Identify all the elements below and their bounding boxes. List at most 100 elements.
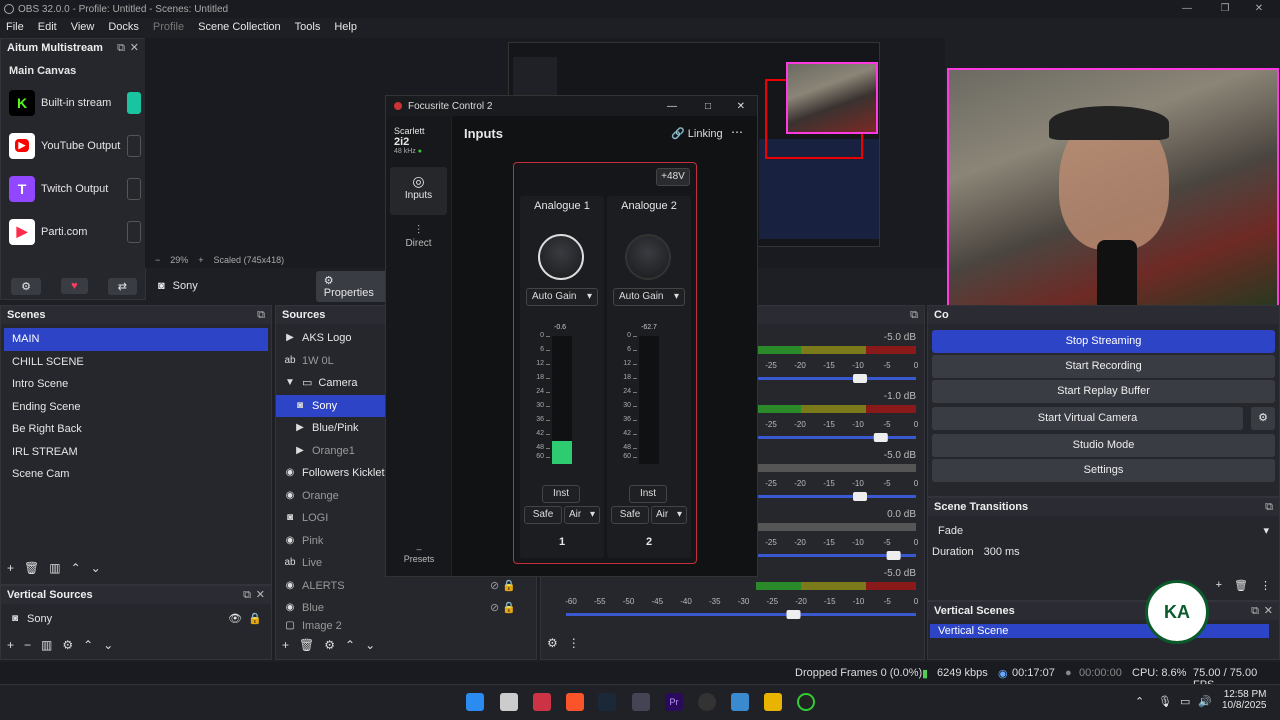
scene-item[interactable]: Be Right Back xyxy=(4,418,268,441)
safe-button[interactable]: Safe xyxy=(524,506,562,524)
menu-tools[interactable]: Tools xyxy=(295,21,321,33)
settings-button[interactable]: Settings xyxy=(932,459,1275,482)
switch-icon[interactable]: ⇄ xyxy=(107,277,137,295)
scene-item[interactable]: Ending Scene xyxy=(4,396,268,419)
remove-source-button[interactable]: 🗑 xyxy=(299,638,314,652)
gain-mode-select[interactable]: Auto Gain ▾ xyxy=(613,288,685,306)
scene-item[interactable]: Intro Scene xyxy=(4,373,268,396)
zoom-in-button[interactable]: + xyxy=(198,255,203,269)
volume-slider-handle[interactable] xyxy=(853,374,867,383)
menu-file[interactable]: File xyxy=(6,21,24,33)
stop-streaming-button[interactable]: Stop Streaming xyxy=(932,330,1275,353)
volume-slider-track[interactable] xyxy=(566,613,916,616)
menu-docks[interactable]: Docks xyxy=(108,21,139,33)
lock-icon[interactable]: 🔒 xyxy=(248,608,262,631)
focusrite-taskbar-icon[interactable] xyxy=(698,693,716,711)
gear-icon[interactable]: ⚙ xyxy=(11,277,41,295)
gain-knob[interactable] xyxy=(538,234,584,280)
output-toggle[interactable] xyxy=(127,177,141,200)
gain-knob[interactable] xyxy=(625,234,671,280)
chevron-up-icon[interactable]: ⌃ xyxy=(1135,695,1144,708)
air-select[interactable]: Air ▾ xyxy=(564,506,600,524)
add-source-button[interactable]: + xyxy=(282,638,289,652)
output-item[interactable]: ▶ Parti.com xyxy=(1,210,145,253)
output-item[interactable]: T Twitch Output xyxy=(1,167,145,210)
scene-item[interactable]: Scene Cam xyxy=(4,463,268,486)
source-item[interactable]: ▢ Image 2 xyxy=(276,620,536,634)
group-expand-icon[interactable]: ▶ xyxy=(284,327,296,350)
move-up-button[interactable]: ⌃ xyxy=(71,561,81,575)
eye-icon[interactable]: 👁 xyxy=(228,608,242,631)
source-item[interactable]: ◉ Blue ⊘ 🔒 xyxy=(276,597,536,620)
windows-start-icon[interactable] xyxy=(466,693,484,711)
remove-transition-button[interactable]: 🗑 xyxy=(1234,579,1248,592)
task-view-icon[interactable] xyxy=(500,693,518,711)
virtual-camera-gear-icon[interactable]: ⚙ xyxy=(1251,407,1275,430)
remove-source-button[interactable]: − xyxy=(24,638,31,652)
source-item[interactable]: ◉ ALERTS ⊘ 🔒 xyxy=(276,575,536,598)
more-options-icon[interactable]: ⋮ xyxy=(1260,579,1271,592)
properties-button[interactable]: ⚙ Properties xyxy=(315,270,390,302)
network-icon[interactable]: ▭ xyxy=(1180,695,1190,708)
scene-filters-button[interactable]: ▥ xyxy=(49,561,60,575)
output-toggle[interactable] xyxy=(127,134,141,157)
app-icon[interactable] xyxy=(533,693,551,711)
gear-icon[interactable]: ⚙ xyxy=(324,638,335,652)
vertical-scene-item[interactable]: Vertical Scene xyxy=(930,624,1269,638)
gain-mode-select[interactable]: Auto Gain ▾ xyxy=(526,288,598,306)
folder-icon[interactable] xyxy=(764,693,782,711)
photos-icon[interactable] xyxy=(731,693,749,711)
undock-icon[interactable]: ⧉ xyxy=(1251,602,1259,620)
output-item[interactable]: K Built-in stream xyxy=(1,81,145,124)
hidden-eye-icon[interactable]: ⊘ 🔒 xyxy=(490,575,516,598)
maximize-icon[interactable]: ❐ xyxy=(1210,0,1240,18)
add-scene-button[interactable]: + xyxy=(7,561,14,575)
output-toggle[interactable] xyxy=(127,91,141,114)
undock-icon[interactable]: ⧉ xyxy=(243,586,251,604)
more-options-icon[interactable]: ⋮ xyxy=(568,636,580,650)
undock-icon[interactable]: ⧉ xyxy=(257,306,265,324)
scene-item[interactable]: CHILL SCENE xyxy=(4,351,268,374)
inst-button[interactable]: Inst xyxy=(629,485,667,503)
scene-item[interactable]: IRL STREAM xyxy=(4,441,268,464)
more-options-icon[interactable]: ⋯ xyxy=(731,125,743,139)
inst-button[interactable]: Inst xyxy=(542,485,580,503)
advanced-audio-icon[interactable]: ⚙ xyxy=(547,636,558,650)
menu-scene-collection[interactable]: Scene Collection xyxy=(198,21,281,33)
move-down-button[interactable]: ⌄ xyxy=(103,638,113,652)
gear-icon[interactable]: ⚙ xyxy=(62,638,73,652)
air-select[interactable]: Air ▾ xyxy=(651,506,687,524)
transition-select[interactable]: Fade ▾ xyxy=(932,521,1275,541)
minimize-icon[interactable]: — xyxy=(1172,0,1202,18)
close-icon[interactable]: ✕ xyxy=(737,101,745,112)
start-virtual-camera-button[interactable]: Start Virtual Camera xyxy=(932,407,1243,430)
group-collapse-icon[interactable]: ▼ xyxy=(284,372,296,395)
move-up-button[interactable]: ⌃ xyxy=(345,638,355,652)
vertical-source-item[interactable]: ◙ Sony 👁 🔒 xyxy=(1,608,271,631)
menu-profile[interactable]: Profile xyxy=(153,21,184,33)
add-source-button[interactable]: + xyxy=(7,638,14,652)
heart-icon[interactable]: ♥ xyxy=(61,278,88,294)
studio-mode-button[interactable]: Studio Mode xyxy=(932,434,1275,457)
move-down-button[interactable]: ⌄ xyxy=(91,561,101,575)
app-icon[interactable] xyxy=(632,693,650,711)
volume-slider-track[interactable] xyxy=(756,495,916,498)
nav-inputs[interactable]: ◎ Inputs xyxy=(390,167,447,215)
presets-button[interactable]: – Presets xyxy=(386,544,452,564)
dock-close-icon[interactable]: ✕ xyxy=(130,39,139,57)
move-down-button[interactable]: ⌄ xyxy=(365,638,375,652)
linking-button[interactable]: 🔗 Linking xyxy=(671,127,723,140)
remove-scene-button[interactable]: 🗑 xyxy=(24,561,39,575)
volume-icon[interactable]: 🔊 xyxy=(1198,695,1212,708)
dock-close-icon[interactable]: ✕ xyxy=(1264,602,1273,620)
brave-icon[interactable] xyxy=(566,693,584,711)
add-transition-button[interactable]: + xyxy=(1216,579,1222,592)
volume-slider-handle[interactable] xyxy=(853,492,867,501)
undock-icon[interactable]: ⧉ xyxy=(117,39,125,57)
filters-button[interactable]: ▥ xyxy=(41,638,52,652)
obs-taskbar-icon[interactable] xyxy=(797,693,815,711)
menu-edit[interactable]: Edit xyxy=(38,21,57,33)
scene-item[interactable]: MAIN xyxy=(4,328,268,351)
close-icon[interactable]: ✕ xyxy=(1244,0,1274,18)
start-recording-button[interactable]: Start Recording xyxy=(932,355,1275,378)
